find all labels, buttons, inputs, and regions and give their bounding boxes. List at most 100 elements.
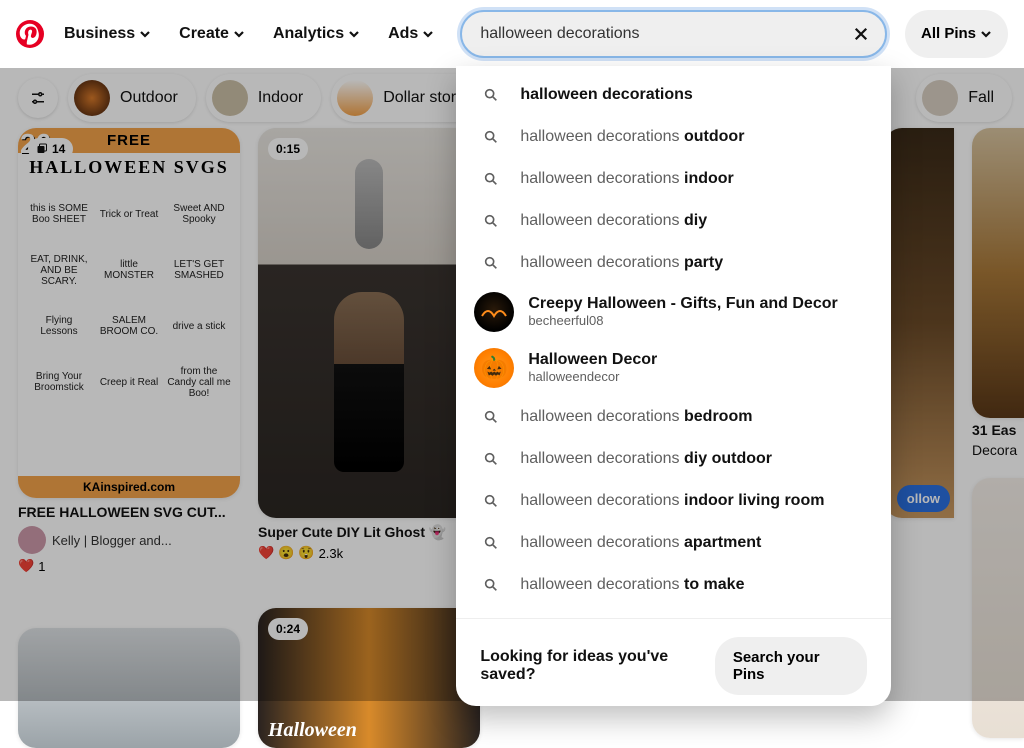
heart-icon: ❤️ bbox=[258, 545, 274, 561]
pin-card[interactable]: 0:15 bbox=[258, 128, 480, 518]
collection-count-badge: 14 bbox=[28, 138, 73, 160]
sliders-icon bbox=[29, 89, 47, 107]
chevron-down-icon bbox=[233, 28, 245, 40]
search-suggestion[interactable]: halloween decorations bbox=[456, 74, 891, 116]
profile-username: halloweendecor bbox=[528, 369, 657, 384]
poster-cell: this is SOME Boo SHEET bbox=[26, 188, 92, 240]
search-suggestion[interactable]: halloween decorations party bbox=[456, 242, 891, 284]
poster-cell: Bring Your Broomstick bbox=[26, 356, 92, 408]
search-icon bbox=[480, 168, 502, 190]
search-suggestions-dropdown: halloween decorations halloween decoratio… bbox=[456, 66, 891, 706]
filter-toggle-button[interactable] bbox=[18, 78, 58, 118]
search-suggestion[interactable]: halloween decorations indoor bbox=[456, 158, 891, 200]
dropdown-footer-text: Looking for ideas you've saved? bbox=[480, 648, 715, 684]
pin-reactions: ❤️😮😲2.3k bbox=[258, 545, 480, 561]
search-suggestion[interactable]: halloween decorations bedroom bbox=[456, 396, 891, 438]
dropdown-footer: Looking for ideas you've saved? Search y… bbox=[456, 618, 891, 699]
suggestion-text: halloween decorations indoor living room bbox=[520, 492, 824, 510]
pinterest-logo[interactable] bbox=[16, 20, 44, 48]
suggestion-text: halloween decorations diy outdoor bbox=[520, 450, 772, 468]
pin-title[interactable]: 31 Eas bbox=[972, 422, 1024, 438]
search-icon bbox=[480, 210, 502, 232]
suggestion-text: halloween decorations to make bbox=[520, 576, 744, 594]
nav-business[interactable]: Business bbox=[56, 15, 159, 53]
search-icon bbox=[480, 532, 502, 554]
pin-card[interactable] bbox=[972, 128, 1024, 418]
suggestion-text: halloween decorations indoor bbox=[520, 170, 733, 188]
top-nav: Business Create Analytics Ads halloween … bbox=[0, 0, 1024, 68]
video-duration-badge: 0:15 bbox=[268, 138, 308, 160]
chevron-down-icon bbox=[422, 28, 434, 40]
chip-outdoor[interactable]: Outdoor bbox=[68, 74, 196, 122]
poster-cell: little MONSTER bbox=[96, 244, 162, 296]
poster-cell: from the Candy call me Boo! bbox=[166, 356, 232, 408]
search-suggestion[interactable]: halloween decorations indoor living room bbox=[456, 480, 891, 522]
pin-image bbox=[258, 128, 480, 518]
heart-icon: ❤️ bbox=[18, 558, 34, 574]
search-icon bbox=[480, 84, 502, 106]
suggestion-text: halloween decorations outdoor bbox=[520, 128, 744, 146]
search-suggestion-profile[interactable]: 🎃Halloween Decorhalloweendecor bbox=[456, 340, 891, 396]
poster-cell: LET'S GET SMASHED bbox=[166, 244, 232, 296]
search-icon bbox=[480, 448, 502, 470]
chip-fall[interactable]: Fall bbox=[916, 74, 1012, 122]
poster-cell: Sweet AND Spooky bbox=[166, 188, 232, 240]
pin-subtitle: Decora bbox=[972, 442, 1024, 458]
nav-analytics[interactable]: Analytics bbox=[265, 15, 368, 53]
search-suggestion-profile[interactable]: Creepy Halloween - Gifts, Fun and Decorb… bbox=[456, 284, 891, 340]
stack-icon bbox=[36, 143, 48, 155]
search-suggestion[interactable]: halloween decorations to make bbox=[456, 564, 891, 606]
chevron-down-icon bbox=[139, 28, 151, 40]
suggestion-text: halloween decorations party bbox=[520, 254, 723, 272]
video-duration-badge: 0:24 bbox=[268, 618, 308, 640]
poster-cell: SALEM BROOM CO. bbox=[96, 300, 162, 352]
poster-cell: Flying Lessons bbox=[26, 300, 92, 352]
suggestion-text: halloween decorations diy bbox=[520, 212, 707, 230]
surprised-icon: 😲 bbox=[298, 545, 314, 561]
chevron-down-icon bbox=[348, 28, 360, 40]
suggestion-text: halloween decorations bedroom bbox=[520, 408, 752, 426]
search-box[interactable] bbox=[460, 10, 887, 58]
pin-card[interactable] bbox=[18, 628, 240, 748]
search-suggestion[interactable]: halloween decorations apartment bbox=[456, 522, 891, 564]
pin-card[interactable]: 26 FREE HALLOWEEN SVGS this is SOME Boo … bbox=[18, 128, 240, 498]
avatar bbox=[474, 292, 514, 332]
poster-cell: EAT, DRINK, AND BE SCARY. bbox=[26, 244, 92, 296]
follow-button[interactable]: ollow bbox=[897, 485, 950, 512]
pin-title[interactable]: Super Cute DIY Lit Ghost 👻 bbox=[258, 524, 480, 541]
search-suggestion[interactable]: halloween decorations outdoor bbox=[456, 116, 891, 158]
avatar bbox=[18, 526, 46, 554]
search-suggestion[interactable]: halloween decorations diy bbox=[456, 200, 891, 242]
profile-name: Creepy Halloween - Gifts, Fun and Decor bbox=[528, 295, 837, 313]
poster-cell: Trick or Treat bbox=[96, 188, 162, 240]
search-icon bbox=[480, 126, 502, 148]
poster-cell: drive a stick bbox=[166, 300, 232, 352]
pin-card[interactable] bbox=[972, 478, 1024, 738]
search-icon bbox=[480, 574, 502, 596]
pin-card[interactable]: 0:24 Halloween bbox=[258, 608, 480, 748]
close-icon bbox=[852, 25, 870, 43]
pin-title[interactable]: FREE HALLOWEEN SVG CUT... bbox=[18, 504, 240, 520]
poster-cell: Creep it Real bbox=[96, 356, 162, 408]
search-icon bbox=[480, 490, 502, 512]
search-suggestion[interactable]: halloween decorations diy outdoor bbox=[456, 438, 891, 480]
pin-reactions: ❤️1 bbox=[18, 558, 240, 574]
pin-overlay-text: Halloween bbox=[268, 719, 357, 742]
nav-ads[interactable]: Ads bbox=[380, 15, 442, 53]
search-icon bbox=[480, 406, 502, 428]
all-pins-filter[interactable]: All Pins bbox=[905, 10, 1008, 58]
search-input[interactable] bbox=[480, 25, 837, 43]
clear-search-button[interactable] bbox=[849, 22, 873, 46]
search-your-pins-button[interactable]: Search your Pins bbox=[715, 637, 867, 695]
chip-indoor[interactable]: Indoor bbox=[206, 74, 321, 122]
suggestion-text: halloween decorations bbox=[520, 86, 692, 104]
nav-create[interactable]: Create bbox=[171, 15, 253, 53]
search-icon bbox=[480, 252, 502, 274]
chevron-down-icon bbox=[980, 28, 992, 40]
search-container: halloween decorationshalloween decoratio… bbox=[460, 10, 887, 58]
suggestion-text: halloween decorations apartment bbox=[520, 534, 761, 552]
pin-image: 26 FREE HALLOWEEN SVGS this is SOME Boo … bbox=[18, 128, 240, 498]
pin-card[interactable]: ollow bbox=[884, 128, 954, 518]
wow-icon: 😮 bbox=[278, 545, 294, 561]
pin-author[interactable]: Kelly | Blogger and... bbox=[18, 526, 240, 554]
